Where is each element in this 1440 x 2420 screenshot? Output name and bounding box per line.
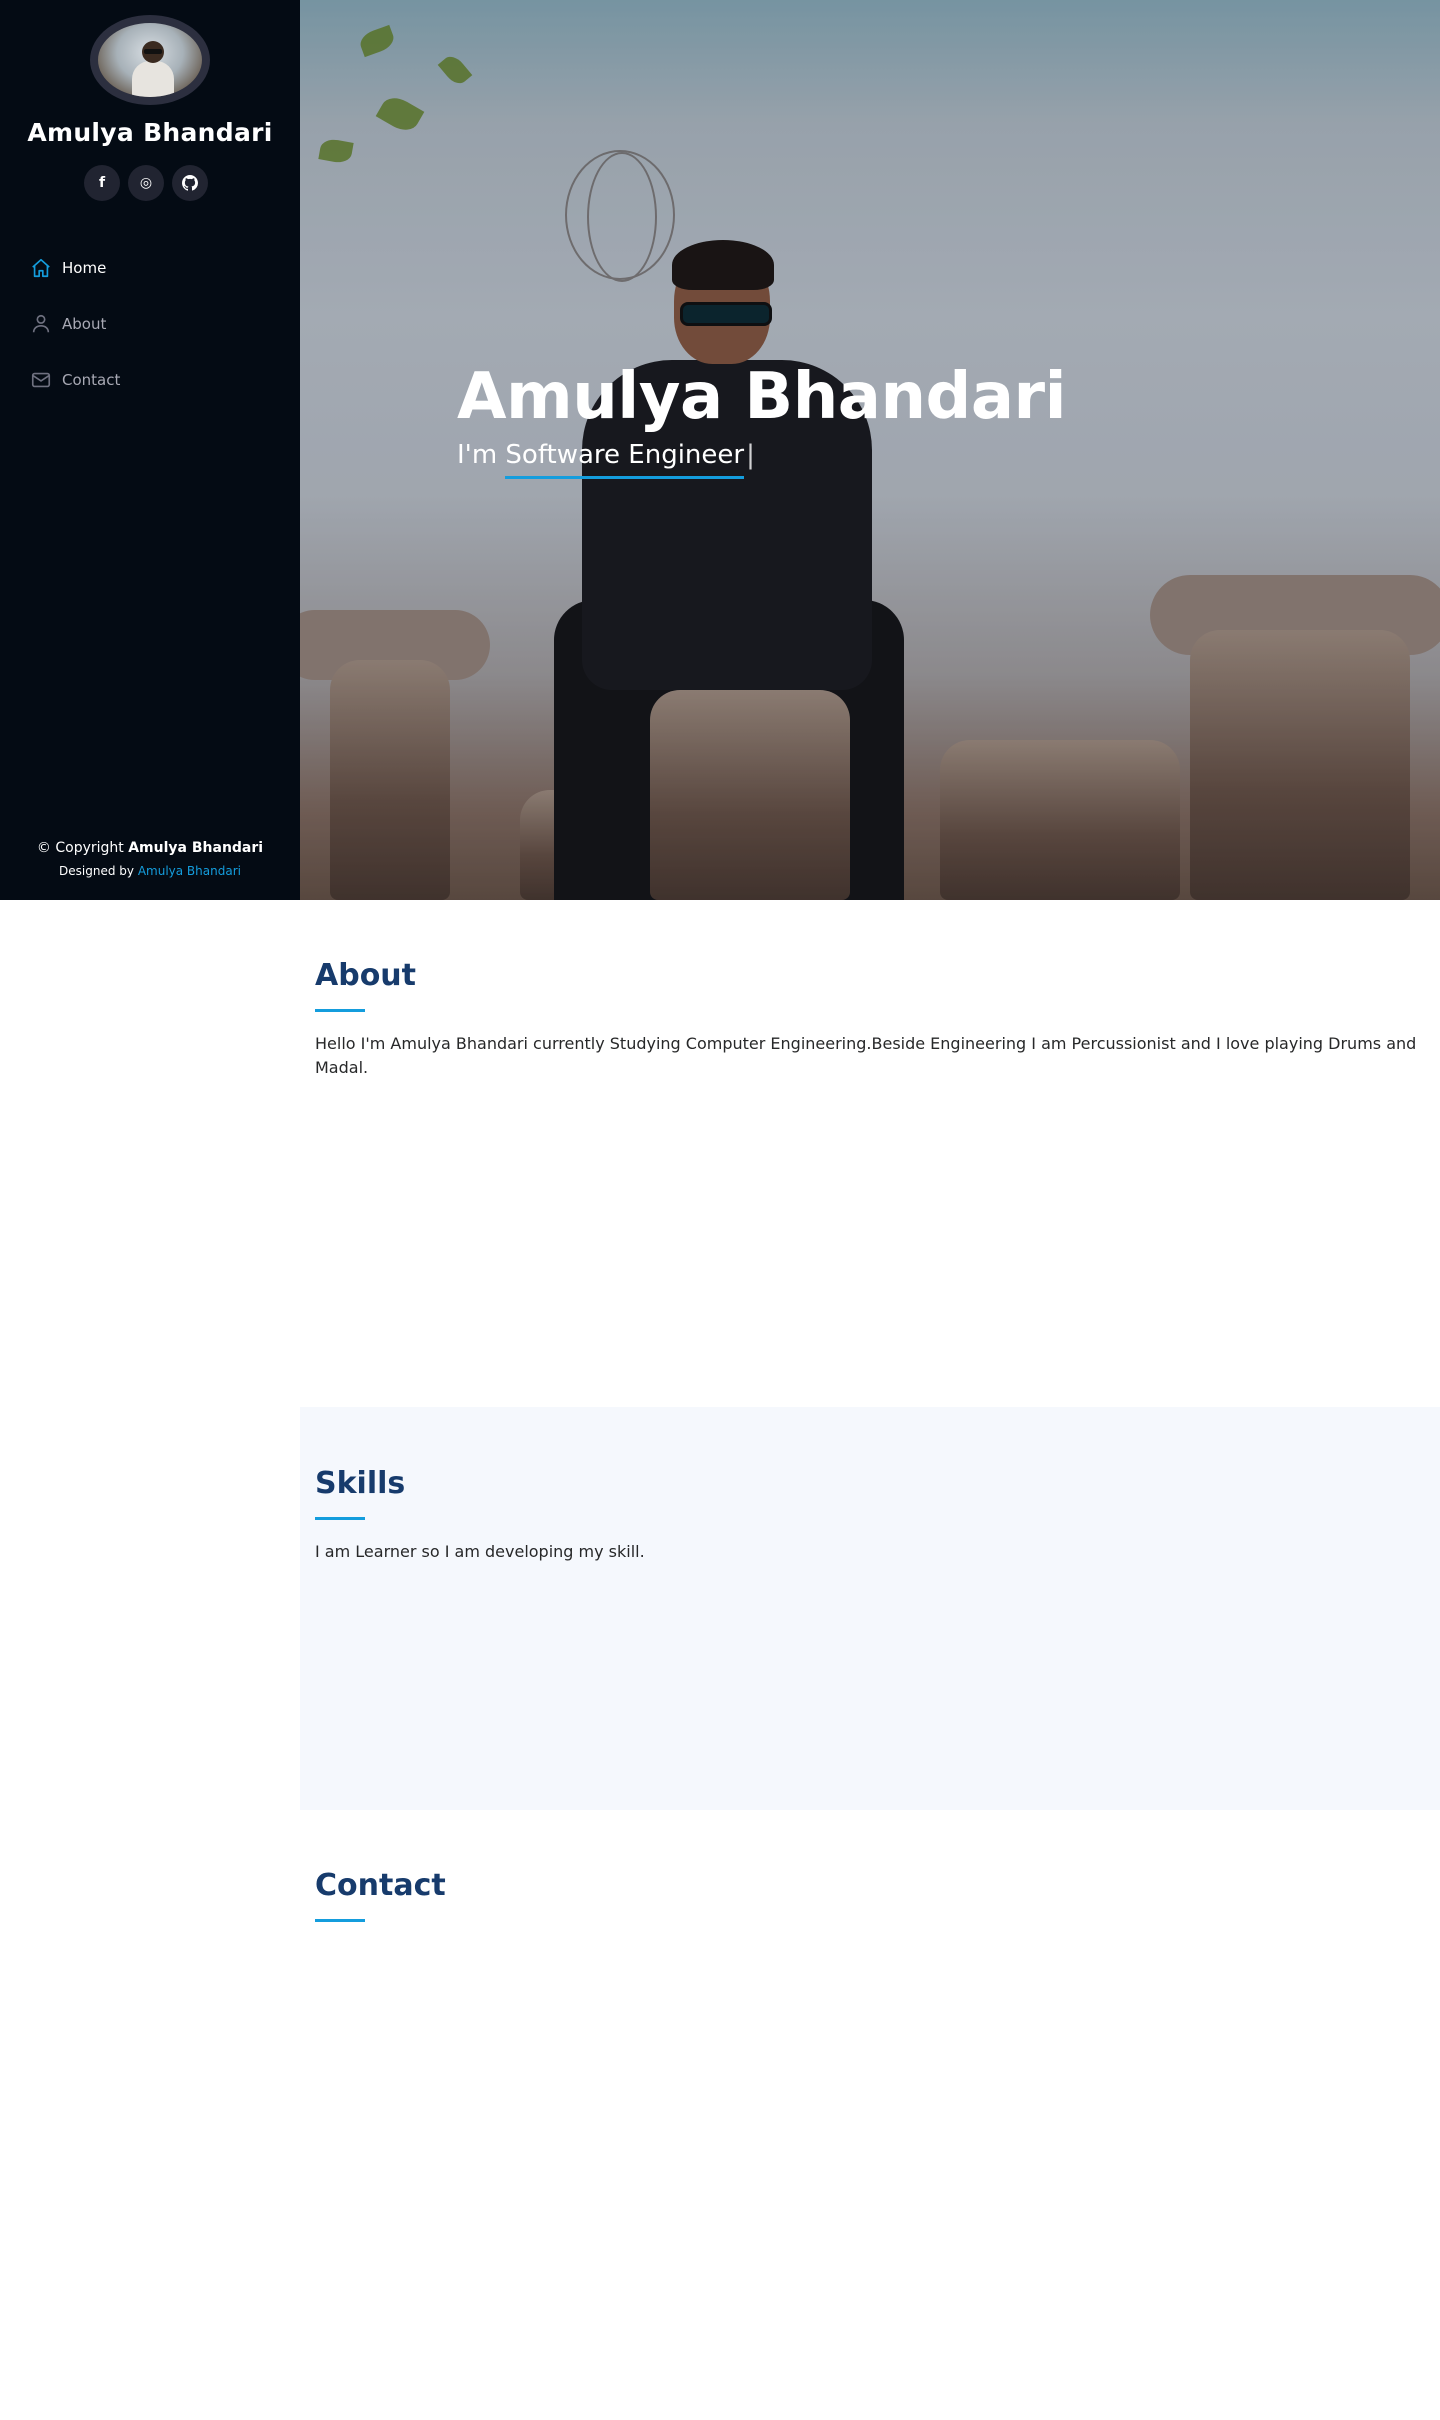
- skills-title: Skills: [315, 1466, 406, 1501]
- skills-text: I am Learner so I am developing my skill…: [315, 1542, 645, 1561]
- sidebar-name[interactable]: Amulya Bhandari: [0, 118, 300, 147]
- nav-label-about: About: [62, 315, 107, 333]
- title-underline: [315, 1919, 365, 1922]
- facebook-icon[interactable]: f: [84, 165, 120, 201]
- about-section: About Hello I'm Amulya Bhandari currentl…: [300, 958, 1440, 1080]
- title-underline: [315, 1009, 365, 1012]
- nav-label-contact: Contact: [62, 371, 121, 389]
- designer-link[interactable]: Amulya Bhandari: [138, 864, 241, 878]
- hero-section: Amulya Bhandari I'm Software Engineer|: [300, 0, 1440, 900]
- about-text: Hello I'm Amulya Bhandari currently Stud…: [315, 1034, 1417, 1077]
- sidebar: Amulya Bhandari f ◎ ● Home About Contact…: [0, 0, 300, 900]
- about-title: About: [315, 958, 417, 993]
- nav-item-about[interactable]: About: [30, 296, 120, 352]
- hero-title: Amulya Bhandari: [457, 360, 1067, 434]
- sidebar-footer: © Copyright Amulya Bhandari Designed by …: [0, 840, 300, 878]
- person-icon: [32, 314, 50, 333]
- social-links: f ◎ ●: [84, 165, 208, 201]
- typing-cursor: |: [746, 440, 755, 470]
- copyright-text: © Copyright Amulya Bhandari: [36, 840, 264, 856]
- home-icon: [32, 258, 50, 278]
- nav-item-contact[interactable]: Contact: [30, 352, 120, 408]
- contact-title: Contact: [315, 1868, 446, 1903]
- hero-subtitle: I'm Software Engineer|: [457, 440, 755, 479]
- designed-by-text: Designed by Amulya Bhandari: [59, 864, 241, 878]
- instagram-icon[interactable]: ◎: [128, 165, 164, 201]
- github-icon[interactable]: ●: [172, 165, 208, 201]
- typed-role: Software Engineer: [505, 440, 745, 479]
- profile-avatar: [90, 15, 210, 105]
- skills-section: Skills I am Learner so I am developing m…: [300, 1466, 1440, 1564]
- contact-section: Contact: [300, 1868, 1440, 1922]
- sidebar-nav: Home About Contact: [30, 240, 120, 408]
- nav-label-home: Home: [62, 259, 107, 277]
- nav-item-home[interactable]: Home: [30, 240, 120, 296]
- envelope-icon: [31, 372, 51, 388]
- title-underline: [315, 1517, 365, 1520]
